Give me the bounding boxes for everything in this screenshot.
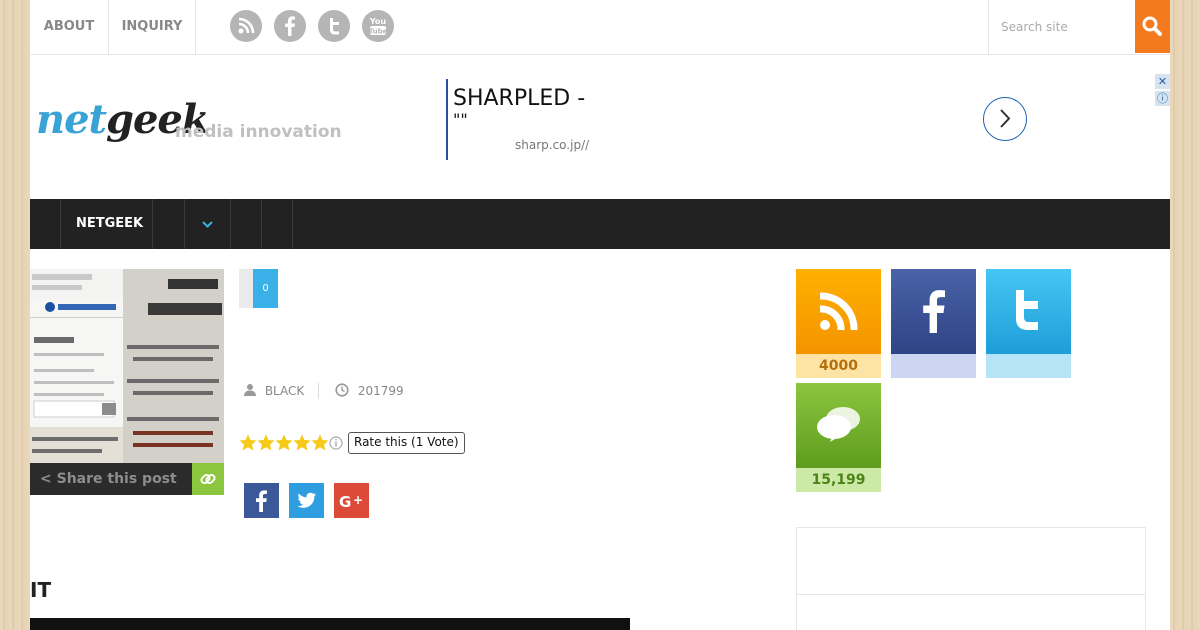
link-icon	[200, 473, 216, 485]
star-icon[interactable]	[311, 434, 329, 451]
twitter-icon	[1016, 290, 1038, 330]
facebook-count	[891, 354, 976, 378]
about-link[interactable]: ABOUT	[30, 0, 109, 54]
svg-text:+: +	[353, 493, 363, 507]
comments-total-count: 15,199	[796, 468, 881, 492]
post-date: 201799	[335, 382, 404, 400]
rating-stars[interactable]	[239, 434, 347, 452]
inquiry-link[interactable]: INQUIRY	[109, 0, 196, 54]
post-author-name: BLACK	[264, 384, 305, 398]
facebook-icon	[256, 490, 267, 512]
comments-badge-left	[239, 269, 253, 308]
star-icon[interactable]	[293, 434, 311, 451]
post-thumbnail[interactable]	[30, 269, 224, 463]
clock-icon	[335, 383, 349, 397]
rss-icon	[819, 292, 858, 331]
nav-item-empty[interactable]	[153, 199, 184, 249]
search-input[interactable]	[988, 0, 1134, 54]
ad-title[interactable]: SHARPLED -	[453, 86, 585, 112]
ad-info-icon[interactable]: ⓘ	[1155, 91, 1170, 106]
rate-tooltip: Rate this (1 Vote)	[348, 432, 465, 454]
nav-divider	[60, 199, 61, 249]
twitter-count	[986, 354, 1071, 378]
star-icon[interactable]	[275, 434, 293, 451]
widget-divider	[797, 594, 1145, 595]
twitter-follow-tile[interactable]	[986, 269, 1071, 378]
twitter-share-button[interactable]	[289, 483, 324, 518]
rss-subscribe-tile[interactable]: 4000	[796, 269, 881, 378]
thumbnail-right-photo	[123, 269, 224, 463]
ad-url[interactable]: sharp.co.jp//	[515, 138, 589, 152]
nav-item-empty[interactable]	[262, 199, 292, 249]
rss-count: 4000	[796, 354, 881, 378]
comments-tile[interactable]: 15,199	[796, 383, 881, 492]
user-icon	[244, 384, 256, 396]
ad-close-icon[interactable]: ✕	[1155, 74, 1170, 89]
svg-text:Tube: Tube	[369, 28, 388, 36]
ad-next-arrow-icon[interactable]	[983, 97, 1027, 141]
nav-item-empty[interactable]	[231, 199, 261, 249]
share-bar[interactable]: < Share this post	[30, 463, 224, 495]
page: ABOUT INQUIRY YouTube netgeek media inno…	[30, 0, 1170, 630]
logo-net: net	[36, 96, 107, 143]
share-icon: <	[40, 471, 52, 487]
top-bar: ABOUT INQUIRY You Tube	[30, 0, 1170, 55]
nav-dropdown[interactable]	[185, 199, 230, 249]
rss-icon[interactable]	[230, 10, 262, 42]
main-nav: NETGEEK	[30, 199, 1170, 249]
ad-subtitle[interactable]: ""	[453, 110, 468, 129]
star-icon[interactable]	[239, 434, 257, 451]
rating-info-icon[interactable]	[329, 436, 343, 450]
star-icon[interactable]	[257, 434, 275, 451]
svg-text:You: You	[369, 17, 387, 26]
google-plus-share-button[interactable]: G +	[334, 483, 369, 518]
site-tagline: media innovation	[175, 122, 342, 142]
post-date-text: 201799	[357, 384, 404, 398]
twitter-icon	[297, 492, 316, 508]
search-button[interactable]	[1135, 0, 1170, 53]
post-main-image[interactable]	[30, 618, 630, 630]
google-plus-icon: G +	[339, 493, 363, 511]
post-author[interactable]: BLACK	[243, 382, 304, 400]
comments-count-badge[interactable]: 0	[239, 269, 278, 308]
twitter-icon[interactable]	[318, 10, 350, 42]
chevron-down-icon	[202, 221, 213, 228]
facebook-share-button[interactable]	[244, 483, 279, 518]
search-icon	[1142, 16, 1162, 36]
post-heading: IT	[30, 578, 52, 602]
facebook-icon	[923, 290, 945, 333]
comments-count: 0	[253, 269, 278, 308]
youtube-icon[interactable]: You Tube	[362, 10, 394, 42]
permalink-button[interactable]	[192, 463, 224, 495]
facebook-follow-tile[interactable]	[891, 269, 976, 378]
comments-icon	[817, 407, 860, 442]
meta-divider	[318, 383, 319, 399]
svg-text:G: G	[339, 493, 351, 511]
nav-item-netgeek[interactable]: NETGEEK	[76, 199, 143, 249]
share-label: < Share this post	[40, 463, 177, 495]
facebook-icon[interactable]	[274, 10, 306, 42]
sidebar-widget	[796, 527, 1146, 630]
share-label-text: Share this post	[56, 471, 177, 487]
thumbnail-left-photo	[30, 269, 123, 463]
ad-divider	[446, 79, 448, 160]
nav-divider	[292, 199, 293, 249]
